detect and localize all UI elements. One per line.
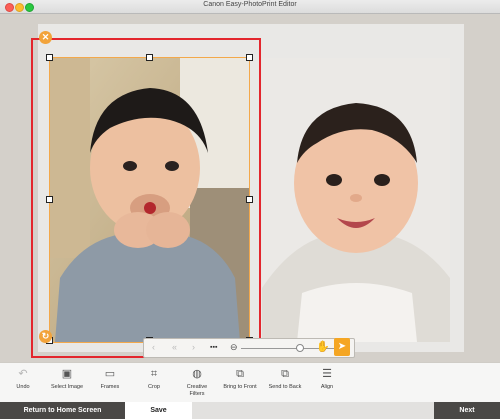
- photo-baby[interactable]: [262, 58, 450, 342]
- creative-filters-button[interactable]: ◍ Creative Filters: [181, 367, 213, 398]
- save-button[interactable]: Save: [125, 402, 192, 419]
- resize-handle-right[interactable]: [246, 196, 253, 203]
- bottom-bar: Return to Home Screen Save Next: [0, 402, 500, 419]
- resize-handle-left[interactable]: [46, 196, 53, 203]
- rotate-image-icon[interactable]: ↻: [39, 330, 52, 343]
- page-list-icon[interactable]: ▪▪▪: [210, 344, 217, 351]
- next-button[interactable]: Next: [434, 402, 500, 419]
- bring-to-front-icon: ⧉: [236, 368, 244, 380]
- undo-button[interactable]: ↶ Undo: [10, 367, 36, 391]
- delete-image-icon[interactable]: ✕: [39, 31, 52, 44]
- creative-filters-icon: ◍: [192, 368, 202, 380]
- photo-baby-image: [262, 58, 450, 342]
- return-home-button[interactable]: Return to Home Screen: [0, 402, 125, 419]
- send-to-back-icon: ⧉: [281, 368, 289, 380]
- zoom-out-icon[interactable]: ⊖: [230, 342, 238, 353]
- align-button[interactable]: ☰ Align: [314, 367, 340, 391]
- resize-handle-top[interactable]: [146, 54, 153, 61]
- zoom-slider-knob[interactable]: [295, 344, 304, 352]
- first-page-icon[interactable]: «: [172, 342, 177, 352]
- pointer-tool-icon[interactable]: ➤: [334, 338, 350, 356]
- select-image-icon: ▣: [61, 368, 73, 380]
- window-title: Canon Easy-PhotoPrint Editor: [203, 1, 297, 8]
- crop-button[interactable]: ⌗ Crop: [140, 367, 168, 391]
- bring-to-front-button[interactable]: ⧉ Bring to Front: [219, 367, 261, 391]
- next-page-icon[interactable]: ›: [192, 342, 195, 352]
- hand-tool-icon[interactable]: ✋: [316, 340, 330, 356]
- frames-icon: ▭: [104, 368, 116, 380]
- edit-canvas[interactable]: ✕ ↻: [0, 14, 500, 362]
- edit-toolbar: ↶ Undo ▣ Select Image ▭ Frames ⌗ Crop ◍ …: [0, 362, 500, 403]
- frames-button[interactable]: ▭ Frames: [96, 367, 124, 391]
- align-icon: ☰: [322, 368, 332, 380]
- select-image-button[interactable]: ▣ Select Image: [47, 367, 87, 391]
- crop-icon: ⌗: [150, 368, 158, 380]
- window-titlebar: Canon Easy-PhotoPrint Editor: [0, 0, 500, 14]
- send-to-back-button[interactable]: ⧉ Send to Back: [264, 367, 306, 391]
- undo-icon: ↶: [18, 368, 28, 380]
- resize-handle-top-left[interactable]: [46, 54, 53, 61]
- resize-handle-top-right[interactable]: [246, 54, 253, 61]
- prev-page-icon[interactable]: ‹: [152, 342, 155, 352]
- image-bounds: [49, 57, 250, 343]
